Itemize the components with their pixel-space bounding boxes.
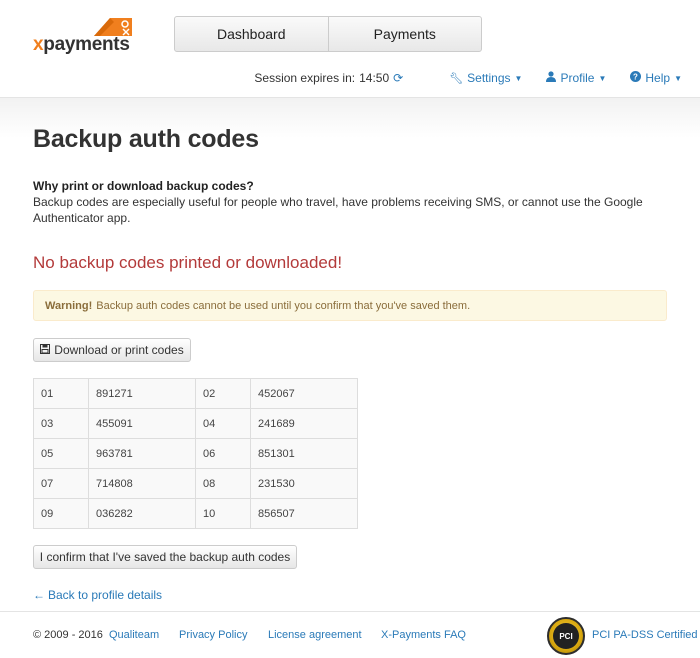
- code-number: 02: [195, 378, 251, 409]
- help-label: Help: [645, 71, 671, 85]
- code-number: 07: [33, 468, 89, 499]
- profile-label: Profile: [560, 71, 595, 85]
- table-row: 07 714808 08 231530: [33, 468, 358, 499]
- code-value: 851301: [250, 438, 358, 469]
- svg-text:?: ?: [633, 73, 638, 82]
- footer-link-faq[interactable]: X-Payments FAQ: [381, 629, 466, 641]
- code-value: 452067: [250, 378, 358, 409]
- profile-menu[interactable]: Profile ▼: [546, 71, 606, 85]
- code-number: 08: [195, 468, 251, 499]
- settings-label: Settings: [467, 71, 511, 85]
- why-heading: Why print or download backup codes?: [33, 179, 254, 193]
- why-description: Backup codes are especially useful for p…: [33, 195, 643, 225]
- backup-codes-table: 01 891271 02 452067 03 455091 04 241689 …: [33, 378, 358, 529]
- footer-link-qualiteam[interactable]: Qualiteam: [109, 629, 159, 641]
- wrench-icon: 🔧︎: [449, 72, 464, 85]
- code-number: 09: [33, 498, 89, 529]
- footer: © 2009 - 2016 Qualiteam Privacy Policy L…: [0, 611, 700, 658]
- code-value: 036282: [88, 498, 196, 529]
- pci-badge-icon: PCI: [547, 617, 585, 655]
- footer-link-privacy-policy[interactable]: Privacy Policy: [179, 629, 247, 641]
- page-title: Backup auth codes: [33, 125, 259, 153]
- refresh-icon[interactable]: ⟳: [393, 71, 403, 85]
- tab-dashboard[interactable]: Dashboard: [175, 17, 328, 51]
- code-value: 891271: [88, 378, 196, 409]
- code-number: 01: [33, 378, 89, 409]
- user-icon: [546, 71, 557, 85]
- subnav: Session expires in: 14:50 ⟳ 🔧︎ Settings …: [254, 71, 682, 85]
- code-value: 963781: [88, 438, 196, 469]
- pci-certified-link[interactable]: PCI PA-DSS Certified: [592, 629, 698, 641]
- warning-label: Warning!: [45, 299, 93, 312]
- session-label: Session expires in:: [254, 71, 356, 85]
- warning-text: Backup auth codes cannot be used until y…: [96, 299, 471, 312]
- code-value: 714808: [88, 468, 196, 499]
- back-link-label: Back to profile details: [48, 588, 163, 602]
- chevron-down-icon: ▼: [598, 73, 607, 83]
- main-content: Backup auth codes Why print or download …: [0, 98, 700, 611]
- back-to-profile-link[interactable]: ← Back to profile details: [33, 588, 162, 602]
- chevron-down-icon: ▼: [514, 73, 523, 83]
- status-message: No backup codes printed or downloaded!: [33, 253, 343, 272]
- xpayments-logo[interactable]: xpayments: [33, 14, 143, 56]
- left-arrow-icon: ←: [33, 588, 45, 602]
- settings-menu[interactable]: 🔧︎ Settings ▼: [449, 71, 522, 85]
- code-number: 06: [195, 438, 251, 469]
- footer-link-license-agreement[interactable]: License agreement: [268, 629, 362, 641]
- tab-payments[interactable]: Payments: [327, 17, 482, 51]
- download-codes-button[interactable]: Download or print codes: [33, 338, 191, 362]
- logo-wordmark: xpayments: [33, 34, 130, 55]
- confirm-saved-button[interactable]: I confirm that I've saved the backup aut…: [33, 545, 297, 569]
- pci-badge-label: PCI: [553, 623, 579, 649]
- main-nav: Dashboard Payments: [174, 16, 482, 52]
- chevron-down-icon: ▼: [674, 73, 682, 83]
- floppy-disk-icon: [40, 343, 51, 357]
- code-number: 05: [33, 438, 89, 469]
- table-row: 03 455091 04 241689: [33, 408, 358, 439]
- help-menu[interactable]: ? Help ▼: [630, 71, 682, 85]
- header: xpayments Dashboard Payments Session exp…: [0, 0, 700, 98]
- session-time: 14:50: [359, 71, 390, 85]
- question-circle-icon: ?: [630, 71, 642, 85]
- copyright: © 2009 - 2016: [33, 629, 103, 641]
- warning-alert: Warning! Backup auth codes cannot be use…: [33, 290, 667, 321]
- code-number: 03: [33, 408, 89, 439]
- table-row: 09 036282 10 856507: [33, 498, 358, 529]
- download-button-label: Download or print codes: [54, 343, 184, 357]
- code-value: 455091: [88, 408, 196, 439]
- code-number: 10: [195, 498, 251, 529]
- code-value: 231530: [250, 468, 358, 499]
- table-row: 05 963781 06 851301: [33, 438, 358, 469]
- code-value: 241689: [250, 408, 358, 439]
- session-timer: Session expires in: 14:50 ⟳: [254, 71, 403, 85]
- table-row: 01 891271 02 452067: [33, 378, 358, 409]
- code-value: 856507: [250, 498, 358, 529]
- code-number: 04: [195, 408, 251, 439]
